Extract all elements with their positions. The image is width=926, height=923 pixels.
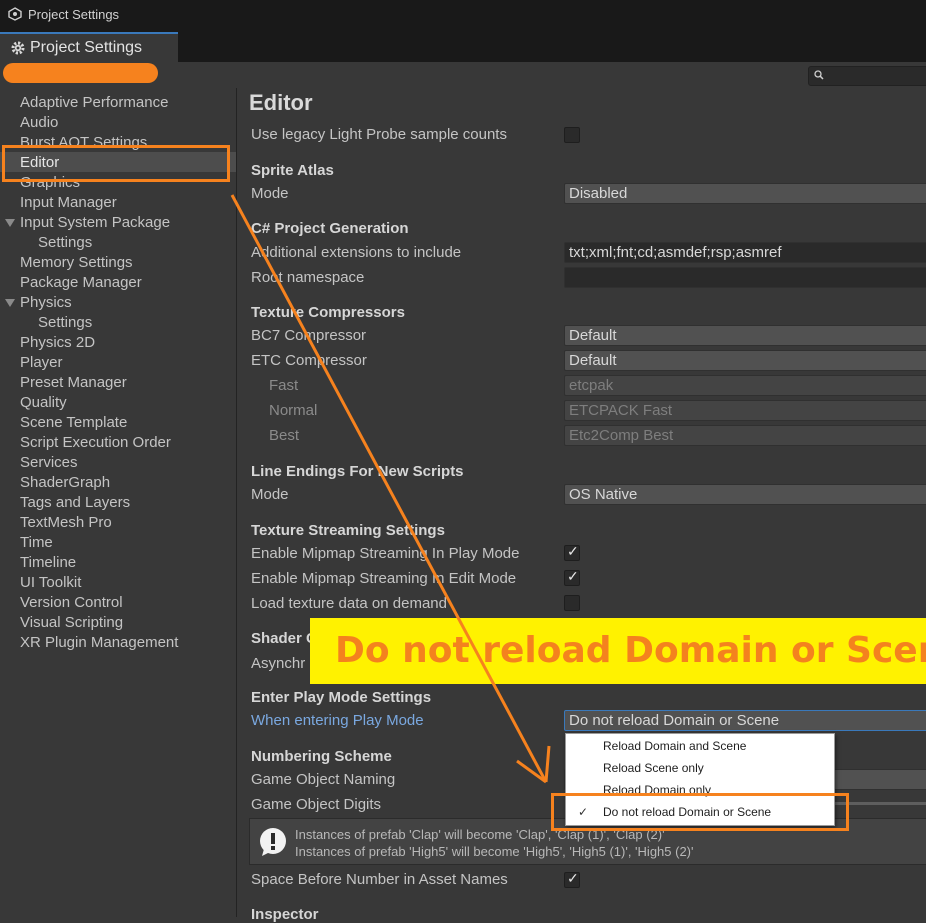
sprite-atlas-header: Sprite Atlas (251, 162, 334, 179)
sidebar-item-package-manager[interactable]: Package Manager (20, 274, 142, 291)
sidebar-item-textmesh-pro[interactable]: TextMesh Pro (20, 514, 112, 531)
sidebar-item-physics-settings[interactable]: Settings (38, 314, 92, 331)
best-label: Best (269, 427, 300, 444)
csharp-header: C# Project Generation (251, 220, 409, 237)
sidebar-item-physics-2d[interactable]: Physics 2D (20, 334, 95, 351)
tab-label: Project Settings (30, 39, 143, 56)
sidebar-item-preset-manager[interactable]: Preset Manager (20, 374, 127, 391)
sidebar-item-version-control[interactable]: Version Control (20, 594, 123, 611)
title-bar: Project Settings (0, 0, 926, 30)
sprite-atlas-mode-dropdown[interactable]: Disabled (564, 183, 926, 204)
sidebar-item-scene-template[interactable]: Scene Template (20, 414, 127, 431)
sidebar-item-time[interactable]: Time (20, 534, 53, 551)
sidebar-item-input-system-settings[interactable]: Settings (38, 234, 92, 251)
sidebar-item-tags-and-layers[interactable]: Tags and Layers (20, 494, 130, 511)
info-icon (260, 828, 286, 856)
dropdown-option-reload-scene-only[interactable]: Reload Scene only (603, 761, 704, 775)
load-on-demand-checkbox[interactable] (564, 595, 580, 611)
checkmark-icon: ✓ (567, 870, 579, 886)
checkmark-icon: ✓ (567, 568, 579, 584)
best-dropdown: Etc2Comp Best (564, 425, 926, 446)
sidebar-item-services[interactable]: Services (20, 454, 78, 471)
sidebar-item-input-system[interactable]: Input System Package (20, 214, 170, 231)
legacy-light-probe-label: Use legacy Light Probe sample counts (251, 126, 507, 143)
sidebar-item-audio[interactable]: Audio (20, 114, 58, 131)
expand-triangle-icon[interactable] (5, 219, 15, 227)
root-namespace-label: Root namespace (251, 269, 365, 286)
unity-logo-icon (8, 7, 22, 21)
inspector-header: Inspector (251, 906, 319, 923)
play-mode-dropdown[interactable]: Do not reload Domain or Scene (564, 710, 926, 731)
mipmap-play-label: Enable Mipmap Streaming In Play Mode (251, 545, 520, 562)
sidebar-item-adaptive-performance[interactable]: Adaptive Performance (20, 94, 168, 111)
search-icon (814, 70, 824, 80)
normal-label: Normal (269, 402, 318, 419)
sidebar-item-shadergraph[interactable]: ShaderGraph (20, 474, 110, 491)
numbering-header: Numbering Scheme (251, 748, 392, 765)
page-title: Editor (249, 90, 313, 115)
game-object-digits-label: Game Object Digits (251, 796, 382, 813)
sidebar-item-quality[interactable]: Quality (20, 394, 67, 411)
annotation-banner-text: Do not reload Domain or Scene (335, 630, 926, 671)
line-endings-mode-dropdown[interactable]: OS Native (564, 484, 926, 505)
selected-option-highlight-box (551, 793, 849, 831)
line-endings-header: Line Endings For New Scripts (251, 463, 464, 480)
bc7-compressor-dropdown[interactable]: Default (564, 325, 926, 346)
texture-compressors-header: Texture Compressors (251, 304, 405, 321)
sidebar-item-xr-plugin-management[interactable]: XR Plugin Management (20, 634, 178, 651)
sidebar-item-memory-settings[interactable]: Memory Settings (20, 254, 133, 271)
etc-compressor-dropdown[interactable]: Default (564, 350, 926, 371)
window-title: Project Settings (28, 7, 120, 22)
when-entering-play-mode-label: When entering Play Mode (251, 712, 424, 729)
additional-extensions-label: Additional extensions to include (251, 244, 462, 261)
help-line-2: Instances of prefab 'High5' will become … (295, 844, 694, 859)
additional-extensions-input[interactable]: txt;xml;fnt;cd;asmdef;rsp;asmref (564, 242, 926, 263)
sidebar-item-physics[interactable]: Physics (20, 294, 72, 311)
sidebar-item-player[interactable]: Player (20, 354, 63, 371)
shader-header: Shader C (251, 630, 317, 647)
sidebar-item-visual-scripting[interactable]: Visual Scripting (20, 614, 123, 631)
annotation-banner: Do not reload Domain or Scene (310, 618, 926, 684)
space-before-number-label: Space Before Number in Asset Names (251, 871, 508, 888)
fast-dropdown: etcpak (564, 375, 926, 396)
mipmap-play-checkbox[interactable]: ✓ (564, 543, 580, 561)
legacy-light-probe-checkbox[interactable] (564, 127, 580, 143)
space-before-number-checkbox[interactable]: ✓ (564, 870, 580, 888)
texture-streaming-header: Texture Streaming Settings (251, 522, 445, 539)
async-shader-label: Asynchr (251, 655, 306, 672)
editor-highlight-box (2, 145, 230, 182)
search-field[interactable] (808, 66, 926, 86)
tab-project-settings[interactable]: Project Settings (0, 32, 178, 62)
gear-icon (11, 41, 25, 55)
normal-dropdown: ETCPACK Fast (564, 400, 926, 421)
redaction-mark (3, 63, 158, 83)
bc7-compressor-label: BC7 Compressor (251, 327, 367, 344)
expand-triangle-icon[interactable] (5, 299, 15, 307)
dropdown-option-reload-domain-and-scene[interactable]: Reload Domain and Scene (603, 739, 746, 753)
fast-label: Fast (269, 377, 299, 394)
sidebar-item-timeline[interactable]: Timeline (20, 554, 76, 571)
line-endings-mode-label: Mode (251, 486, 289, 503)
mipmap-edit-label: Enable Mipmap Streaming In Edit Mode (251, 570, 517, 587)
load-on-demand-label: Load texture data on demand (251, 595, 447, 612)
sidebar-item-ui-toolkit[interactable]: UI Toolkit (20, 574, 81, 591)
etc-compressor-label: ETC Compressor (251, 352, 367, 369)
sidebar-item-input-manager[interactable]: Input Manager (20, 194, 117, 211)
play-mode-header: Enter Play Mode Settings (251, 689, 432, 706)
sprite-atlas-mode-label: Mode (251, 185, 289, 202)
checkmark-icon: ✓ (567, 543, 579, 559)
game-object-naming-label: Game Object Naming (251, 771, 396, 788)
sidebar-item-script-execution-order[interactable]: Script Execution Order (20, 434, 171, 451)
root-namespace-input[interactable] (564, 267, 926, 288)
mipmap-edit-checkbox[interactable]: ✓ (564, 568, 580, 586)
